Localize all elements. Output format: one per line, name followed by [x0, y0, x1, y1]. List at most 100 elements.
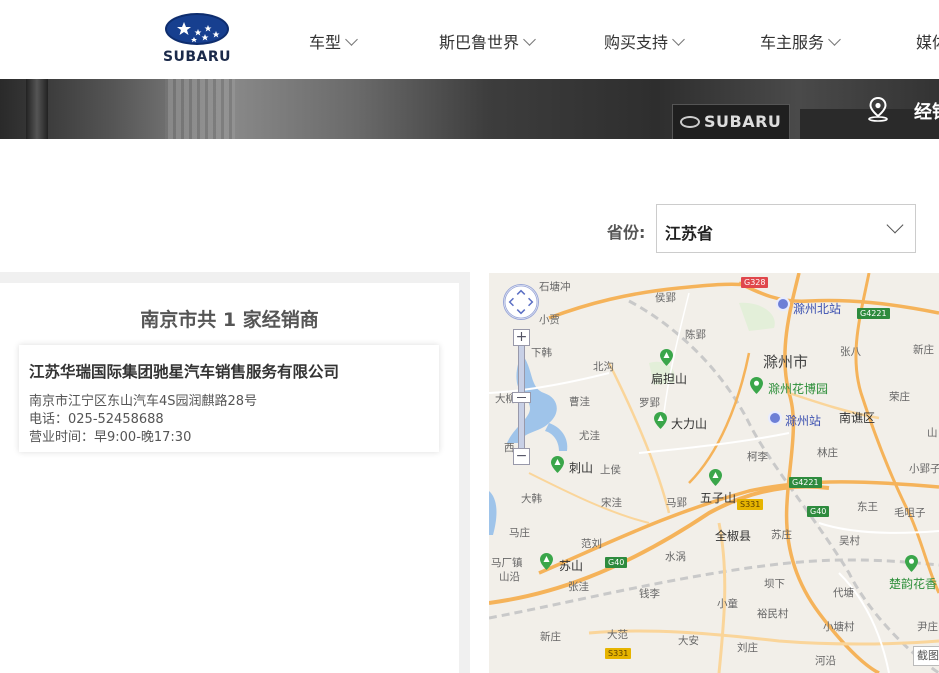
nav-item-models[interactable]: 车型	[309, 29, 358, 53]
banner-title: 经销商查询	[914, 102, 939, 123]
station-label: 滁州北站	[793, 302, 842, 316]
poi-label: 苏山	[559, 559, 584, 573]
map-label: 裕民村	[757, 608, 789, 620]
nav-item-owners[interactable]: 车主服务	[760, 29, 841, 53]
map-label: 毛咀子	[894, 507, 926, 519]
map-label: 刘庄	[737, 642, 758, 654]
chevron-down-icon	[828, 32, 841, 46]
map-label: 张洼	[568, 581, 589, 593]
map-label: 林庄	[817, 447, 838, 459]
map-label: 山沿	[499, 571, 520, 583]
map-label: 山	[927, 427, 938, 439]
hero-banner: SUBARU	[0, 79, 939, 139]
road-shield-g40: G40	[807, 506, 830, 517]
mountain-poi-icon	[709, 469, 722, 486]
dealer-list-panel: 南京市共 1 家经销商 江苏华瑞国际集团驰星汽车销售服务有限公司 南京市江宁区东…	[0, 283, 459, 673]
map-label: 陈郢	[685, 329, 706, 341]
map-zoom-out-button[interactable]: −	[513, 448, 530, 465]
map-label: 北沟	[593, 361, 614, 373]
map-label: 大安	[678, 635, 699, 647]
dealer-phone: 电话：025-52458688	[29, 412, 164, 427]
page: SUBARU 车型 斯巴鲁世界 购买支持 车主服务 媒体 SUBARU 经销商查…	[0, 0, 939, 673]
map-label-city: 滁州市	[763, 353, 809, 371]
map-label: 大韩	[521, 493, 542, 505]
map-pan-control[interactable]	[503, 284, 539, 320]
map-label: 新庄	[913, 344, 934, 356]
map-label: 尤洼	[579, 430, 600, 442]
subaru-logo[interactable]: SUBARU	[154, 12, 240, 68]
chevron-down-icon	[523, 32, 536, 46]
dealer-address: 南京市江宁区东山汽车4S园润麒路28号	[29, 394, 258, 409]
road-shield-s331: S331	[605, 648, 632, 659]
train-station-icon	[776, 297, 790, 311]
nav-item-purchase[interactable]: 购买支持	[604, 29, 685, 53]
map-label: 代塘	[833, 587, 854, 599]
map-label: 小童	[717, 598, 738, 610]
nav-label: 购买支持	[604, 33, 669, 52]
map-label: 范刘	[581, 538, 602, 550]
map-label: 石塘冲	[539, 281, 571, 293]
dealer-card[interactable]: 江苏华瑞国际集团驰星汽车销售服务有限公司 南京市江宁区东山汽车4S园润麒路28号…	[19, 345, 439, 452]
subaru-stars-icon	[165, 13, 229, 45]
dealer-map[interactable]: G328 G4221 G4221 G40 G40 S331 S331 石塘冲 侯…	[489, 273, 939, 673]
poi-label: 扁担山	[651, 372, 688, 386]
mountain-poi-icon	[551, 456, 564, 473]
map-zoom-slider-handle[interactable]	[512, 392, 531, 403]
map-label: 尹庄	[917, 621, 938, 633]
dealer-name: 江苏华瑞国际集团驰星汽车销售服务有限公司	[29, 363, 340, 381]
mountain-poi-icon	[540, 553, 553, 570]
map-label: 吴村	[839, 535, 860, 547]
map-label: 小郢子	[909, 463, 939, 475]
station-label: 滁州站	[785, 414, 822, 428]
chevron-down-icon	[345, 32, 358, 46]
poi-label: 刺山	[569, 461, 594, 475]
poi-label: 楚韵花香	[889, 577, 938, 591]
poi-label: 五子山	[700, 491, 737, 505]
road-shield-g328: G328	[741, 277, 769, 288]
map-label: 荣庄	[889, 391, 910, 403]
province-select[interactable]: 江苏省	[656, 204, 916, 253]
banner-sign-text: SUBARU	[704, 112, 782, 131]
map-label: 下韩	[531, 347, 552, 359]
nav-item-media[interactable]: 媒体	[916, 29, 939, 53]
map-label: 大范	[607, 629, 628, 641]
map-label: 新庄	[540, 631, 561, 643]
map-label: 东王	[857, 501, 878, 513]
mountain-poi-icon	[654, 412, 667, 429]
map-label: 张八	[840, 346, 861, 358]
map-label-district: 南谯区	[839, 411, 876, 425]
road-shield-s331: S331	[737, 499, 764, 510]
nav-item-world[interactable]: 斯巴鲁世界	[439, 29, 536, 53]
road-shield-g4221: G4221	[789, 477, 822, 488]
map-label: 上侯	[600, 464, 621, 476]
map-label: 小塘村	[823, 621, 855, 633]
nav-label: 媒体	[916, 33, 939, 52]
location-pin-icon	[868, 96, 888, 122]
banner-building	[165, 79, 235, 139]
province-label: 省份:	[607, 223, 646, 242]
mountain-poi-icon	[660, 349, 673, 366]
map-zoom-in-button[interactable]: +	[513, 329, 530, 346]
nav-label: 车主服务	[760, 33, 825, 52]
map-label: 马厂镇	[491, 557, 523, 569]
road-shield-g40: G40	[605, 557, 628, 568]
dealer-count-title: 南京市共 1 家经销商	[140, 309, 319, 331]
map-label: 侯郢	[655, 292, 676, 304]
map-screenshot-button[interactable]: 截图	[913, 646, 939, 666]
map-label: 马郢	[666, 497, 687, 509]
poi-label: 滁州花博园	[768, 382, 829, 396]
map-label: 柯李	[747, 451, 768, 463]
park-poi-icon	[750, 377, 763, 394]
nav-label: 车型	[309, 33, 342, 52]
poi-label: 大力山	[671, 417, 708, 431]
map-label: 河沿	[815, 655, 836, 667]
road-shield-g4221: G4221	[857, 308, 890, 319]
map-label: 坝下	[764, 578, 785, 590]
nav-label: 斯巴鲁世界	[439, 33, 520, 52]
map-label: 小贾	[539, 314, 560, 326]
banner-sign-post	[26, 79, 48, 139]
map-label: 水涡	[665, 551, 686, 563]
chevron-down-icon	[886, 216, 904, 234]
map-label-county: 全椒县	[715, 529, 752, 543]
site-header: SUBARU 车型 斯巴鲁世界 购买支持 车主服务 媒体	[0, 0, 939, 79]
